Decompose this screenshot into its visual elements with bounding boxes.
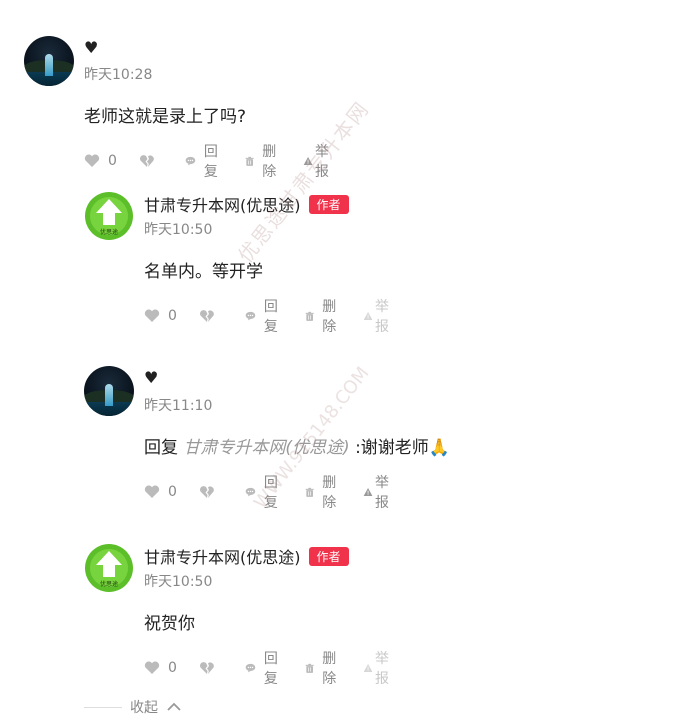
avatar[interactable]: 优思途 [84,191,134,241]
like-count: 0 [108,153,117,169]
report-button[interactable]: 举报 [363,648,394,688]
chat-bubble-icon [245,663,256,673]
trash-icon [305,487,314,497]
author-badge: 作者 [308,547,349,566]
divider [84,706,122,708]
user-name[interactable]: ♥ [144,368,158,387]
avatar[interactable] [24,36,74,86]
delete-label: 删除 [262,144,277,180]
user-name-text: 甘肃专升本网(优思途) [144,548,301,567]
reply-target-link[interactable]: 甘肃专升本网(优思途) [183,438,349,458]
logo-arrow-icon: 优思途 [85,192,133,240]
reply-button[interactable]: 回复 [245,296,283,336]
reply-label: 回复 [263,651,278,687]
comment-time: 昨天10:28 [84,67,153,83]
reply-text: :谢谢老师🙏 [355,438,450,458]
like-button[interactable]: 0 [144,484,177,500]
author-badge: 作者 [308,195,349,214]
user-name-text: 甘肃专升本网(优思途) [144,196,301,215]
broken-heart-icon [139,155,154,167]
collapse-button[interactable]: 收起 [84,697,182,717]
like-count: 0 [168,484,177,500]
reply-prefix: 回复 [144,438,178,458]
chat-bubble-icon [245,311,256,321]
like-count: 0 [168,660,177,676]
avatar[interactable]: 优思途 [84,543,134,593]
report-label: 举报 [375,299,390,335]
warning-icon [363,311,373,321]
warning-icon [363,487,373,497]
comment-text: 祝贺你 [144,614,195,634]
chat-bubble-icon [185,156,196,166]
comment-time: 昨天11:10 [144,398,213,414]
comment-actions: 0 回复 删除 举报 [144,648,394,688]
report-button[interactable]: 举报 [363,472,394,512]
delete-label: 删除 [322,299,337,335]
logo-text: 优思途 [100,228,118,236]
comment-text: 老师这就是录上了吗? [84,107,247,127]
chevron-up-icon [167,702,181,711]
comment-time: 昨天10:50 [144,574,213,590]
delete-button[interactable]: 删除 [245,141,281,181]
delete-button[interactable]: 删除 [305,472,341,512]
trash-icon [245,156,254,166]
heart-icon [144,661,160,674]
trash-icon [305,311,314,321]
broken-heart-icon [199,662,214,674]
report-label: 举报 [375,651,390,687]
delete-label: 删除 [322,651,337,687]
user-name[interactable]: 甘肃专升本网(优思途) 作者 [144,192,349,216]
broken-heart-icon [199,486,214,498]
warning-icon [363,663,373,673]
trash-icon [305,663,314,673]
logo-text: 优思途 [100,580,118,588]
broken-heart-icon [199,310,214,322]
user-name[interactable]: 甘肃专升本网(优思途) 作者 [144,544,349,568]
delete-button[interactable]: 删除 [305,296,341,336]
like-button[interactable]: 0 [84,153,117,169]
report-label: 举报 [315,144,330,180]
report-button[interactable]: 举报 [303,141,334,181]
report-label: 举报 [375,475,390,511]
heart-icon [144,309,160,322]
like-count: 0 [168,308,177,324]
reply-button[interactable]: 回复 [245,472,283,512]
dislike-button[interactable] [139,154,163,168]
collapse-label: 收起 [130,700,158,716]
like-button[interactable]: 0 [144,308,177,324]
comment-actions: 0 回复 删除 举报 [144,472,394,512]
reply-button[interactable]: 回复 [245,648,283,688]
warning-icon [303,156,313,166]
reply-label: 回复 [203,144,218,180]
logo-arrow-icon: 优思途 [85,544,133,592]
comment-text: 回复 甘肃专升本网(优思途) :谢谢老师🙏 [144,433,450,458]
user-name[interactable]: ♥ [84,38,98,57]
reply-label: 回复 [263,299,278,335]
report-button[interactable]: 举报 [363,296,394,336]
like-button[interactable]: 0 [144,660,177,676]
comment-actions: 0 回复 删除 举报 [84,141,334,181]
dislike-button[interactable] [199,661,223,675]
heart-icon [144,485,160,498]
comment-time: 昨天10:50 [144,222,213,238]
chat-bubble-icon [245,487,256,497]
dislike-button[interactable] [199,309,223,323]
delete-button[interactable]: 删除 [305,648,341,688]
heart-icon [84,154,100,167]
avatar[interactable] [84,366,134,416]
reply-label: 回复 [263,475,278,511]
comment-text: 名单内。等开学 [144,262,263,282]
reply-button[interactable]: 回复 [185,141,223,181]
dislike-button[interactable] [199,485,223,499]
delete-label: 删除 [322,475,337,511]
comment-actions: 0 回复 删除 举报 [144,296,394,336]
